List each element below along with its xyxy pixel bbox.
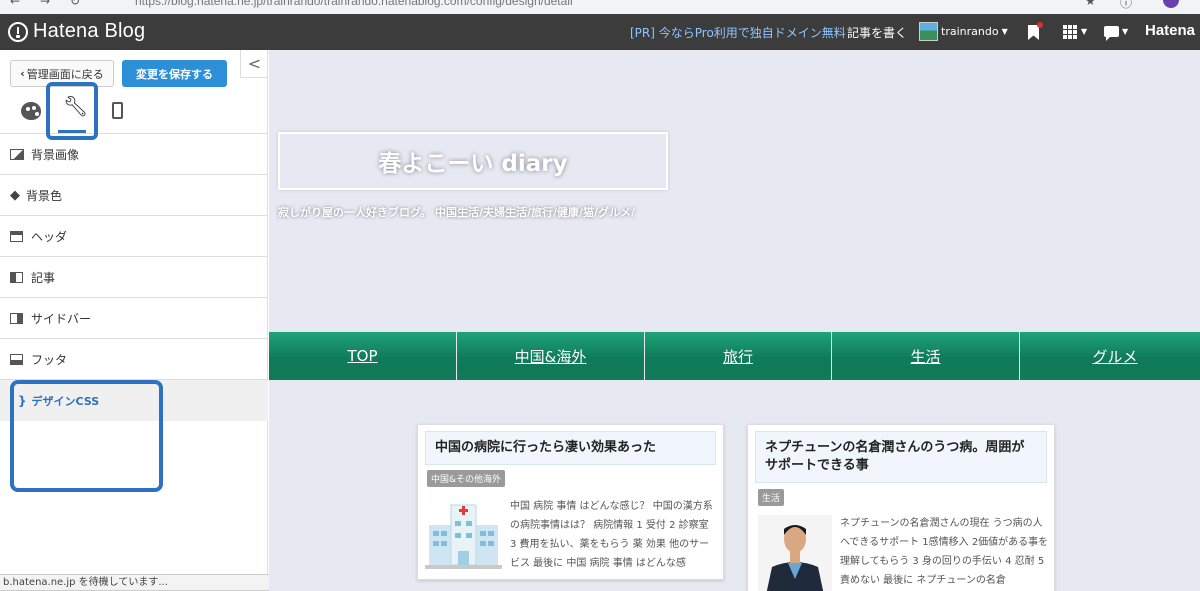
menu-item-label: ヘッダ [31,229,68,244]
active-tab-indicator [58,130,86,133]
design-settings-panel: ‹ 管理画面に戻る 変更を保存する < 🔧︎ 背景画像 ◆ 背景色 ヘッダ 記事… [0,50,268,591]
design-css-highlight-annotation [10,380,163,492]
save-changes-button[interactable]: 変更を保存する [122,60,227,87]
menu-item-background-color[interactable]: ◆ 背景色 [0,175,268,216]
nav-item-life[interactable]: 生活 [832,332,1020,380]
category-badge[interactable]: 中国&その他海外 [427,470,506,487]
logo-text: Hatena Blog [33,20,146,42]
chevron-down-icon: ▼ [1001,27,1008,36]
article-excerpt: ネプチューンの名倉潤さんの現在 うつ病の人へできるサポート 1感情移入 2価値が… [840,518,1049,586]
browser-address-strip: ← → ↻ https://blog.hatena.ne.jp/trainran… [0,0,1200,14]
notification-dot [1037,22,1043,28]
article-card[interactable]: ネプチューンの名倉潤さんのうつ病。周囲がサポートできる事 生活 ネプチューンの名… [747,424,1055,591]
bookmark-star-icon[interactable]: ★ [1085,0,1096,8]
hatena-menu-link[interactable]: Hatena [1145,22,1195,39]
username: trainrando [941,25,999,38]
menu-item-label: 背景色 [26,188,63,203]
category-badge[interactable]: 生活 [758,489,785,506]
nav-item-top[interactable]: TOP [269,332,457,380]
nav-item-gourmet[interactable]: グルメ [1020,332,1200,380]
user-menu[interactable]: trainrando ▼ [919,22,1008,41]
image-icon [10,148,24,160]
tab-customize-highlight[interactable]: 🔧︎ [46,82,98,140]
layout-footer-icon [10,353,23,365]
article-title[interactable]: ネプチューンの名倉潤さんのうつ病。周囲がサポートできる事 [755,431,1047,483]
nav-item-china-overseas[interactable]: 中国&海外 [457,332,645,380]
chevron-down-icon: ▼ [1122,27,1129,36]
article-thumbnail[interactable] [758,515,832,591]
nav-item-travel[interactable]: 旅行 [645,332,832,380]
paint-bucket-icon: ◆ [10,187,20,203]
wrench-icon: 🔧︎ [63,94,89,118]
palette-icon[interactable] [21,102,41,120]
message-icon[interactable] [1104,26,1119,41]
profile-avatar[interactable] [1163,0,1179,8]
design-tabs [0,94,268,134]
menu-item-label: サイドバー [31,311,92,326]
user-avatar [919,22,938,41]
blog-preview: 春よこーい diary 寂しがり屋の一人好きブログ。 中国生活/夫婦生活/旅行/… [269,50,1200,591]
back-button-label: 管理画面に戻る [26,67,104,81]
article-thumbnail[interactable] [425,497,502,573]
reload-icon[interactable]: ↻ [70,0,80,8]
article-card[interactable]: 中国の病院に行ったら凄い効果あった 中国&その他海外 中国 病院 事情 はどんな… [417,424,724,580]
smartphone-icon[interactable] [112,102,123,119]
menu-item-footer[interactable]: フッタ [0,339,268,380]
hatena-global-header: Hatena Blog [PR] 今ならPro利用で独自ドメイン無料 記事を書く… [0,14,1200,50]
chevron-left-icon: ‹ [20,67,25,80]
global-nav: TOP 中国&海外 旅行 生活 グルメ [269,332,1200,380]
menu-item-label: 背景画像 [31,147,80,162]
collapse-panel-button[interactable]: < [240,50,268,78]
back-nav-icon[interactable]: ← [10,0,20,8]
blog-title-box[interactable]: 春よこーい diary [278,132,668,190]
blog-tagline: 寂しがり屋の一人好きブログ。 中国生活/夫婦生活/旅行/健康/猫/グルメ/ [278,206,636,219]
address-bar[interactable]: https://blog.hatena.ne.jp/trainrando/tra… [135,0,573,8]
menu-item-background-image[interactable]: 背景画像 [0,134,268,175]
write-article-link[interactable]: 記事を書く [847,24,907,41]
apps-grid-icon[interactable] [1063,25,1077,39]
menu-item-label: 記事 [31,270,56,285]
forward-nav-icon[interactable]: → [40,0,50,8]
layout-article-icon [10,271,23,283]
menu-item-label: フッタ [31,352,68,367]
article-excerpt: 中国 病院 事情 はどんな感じ？ 中国の漢方系の病院事情はは？ 病院情報 1 受… [510,501,713,569]
menu-item-sidebar[interactable]: サイドバー [0,298,268,339]
layout-header-icon [10,230,23,242]
blog-title: 春よこーい diary [378,151,568,177]
menu-item-article[interactable]: 記事 [0,257,268,298]
article-title[interactable]: 中国の病院に行ったら凄い効果あった [425,431,716,465]
hatena-logo-icon [8,21,28,42]
site-info-icon[interactable]: ⓘ [1120,0,1132,11]
hatena-blog-logo[interactable]: Hatena Blog [8,20,145,43]
menu-item-header[interactable]: ヘッダ [0,216,268,257]
pro-promo-link[interactable]: [PR] 今ならPro利用で独自ドメイン無料 [630,24,846,41]
chevron-down-icon: ▼ [1081,27,1088,36]
layout-sidebar-icon [10,312,23,324]
